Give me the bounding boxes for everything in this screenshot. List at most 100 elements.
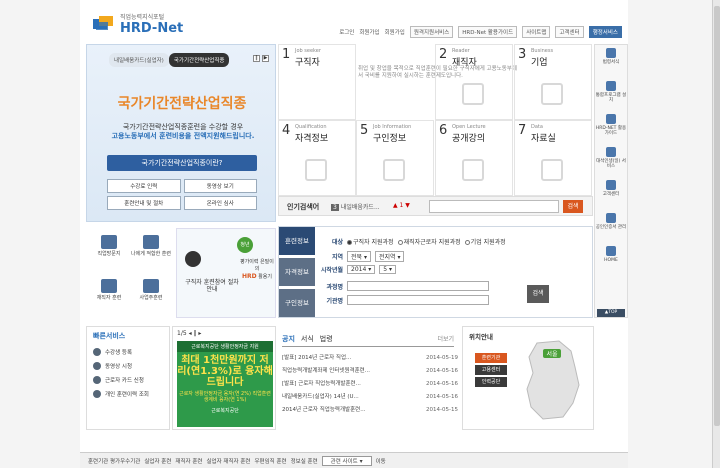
hero-link-fee[interactable]: 수강료 인력 [107, 179, 181, 193]
category-lecture[interactable]: 6 Open Lecture 공개강의 [435, 120, 513, 196]
footer-link[interactable]: 정보실 훈련 [291, 457, 318, 465]
quick-icon-employer[interactable]: 사업주훈련 [130, 274, 172, 316]
radio-label: 구직자 지원과정 [353, 239, 394, 246]
list-item[interactable]: 내일배움카드(실업자) 14년 (U... 2014-05-16 [282, 391, 458, 404]
quick-item-label: 개인 훈련이력 조회 [105, 392, 149, 398]
nav-remote[interactable]: 원격지원서비스 [409, 26, 454, 38]
category-business[interactable]: 3 Business 기업 [514, 44, 592, 120]
footer-link[interactable]: 재직자 훈련 [175, 457, 202, 465]
certificate-icon [305, 159, 327, 181]
nav-login[interactable]: 로그인 [339, 28, 354, 36]
rail-program[interactable]: 통합프로그램 설치 [595, 81, 627, 111]
scrollbar[interactable] [712, 0, 720, 468]
rank-arrows[interactable]: ▲ 1 ▼ [393, 202, 410, 209]
popular-search-term[interactable]: 3 내일배움카드... [331, 202, 380, 211]
list-item[interactable]: 직업능력개발계좌제 인터넷원격훈련... 2014-05-16 [282, 365, 458, 378]
footer-link[interactable]: 우편임직 훈련 [254, 457, 286, 465]
tab-job-info[interactable]: 구인정보 [279, 289, 315, 317]
location-training-org[interactable]: 훈련기관 [475, 353, 507, 363]
category-ko: 자격정보 [295, 134, 329, 144]
nav-guide[interactable]: HRD-Net 활용가이드 [458, 26, 518, 38]
tab-qualification-info[interactable]: 자격정보 [279, 258, 315, 286]
related-site-select[interactable]: 관련 사이트 ▾ [321, 455, 372, 466]
form-search-button[interactable]: 검색 [527, 285, 549, 303]
quick-icon-label: 나에게 적합한 훈련 [131, 251, 171, 257]
list-item[interactable]: [발표] 근로자 직업능력개발훈련... 2014-05-16 [282, 378, 458, 391]
year-select[interactable]: 2014 ▾ [347, 265, 376, 274]
search-button[interactable]: 검색 [563, 200, 583, 213]
nav-support[interactable]: 고객센터 [555, 26, 584, 38]
org-input[interactable] [347, 295, 489, 305]
nav-admin[interactable]: 행정서비스 [588, 26, 622, 38]
category-employee[interactable]: 2 Reader 재직자 [435, 44, 513, 120]
rail-guide[interactable]: HRD-NET 활용가이드 [595, 114, 627, 144]
rail-home[interactable]: HOME [595, 246, 627, 276]
footer-go-button[interactable]: 이동 [376, 457, 386, 465]
tab-training-info[interactable]: 훈련정보 [279, 227, 315, 255]
more-link[interactable]: 더보기 [437, 334, 454, 343]
rail-forms[interactable]: 법령서식 [595, 48, 627, 78]
hrd-story: 평가이력 은밀이의 HRD 활용기 [239, 259, 275, 281]
rail-support[interactable]: 고객센터 [595, 180, 627, 210]
list-item[interactable]: [발표] 2014년 근로자 직업... 2014-05-19 [282, 352, 458, 365]
footer-link[interactable]: 실업자 훈련 [144, 457, 171, 465]
radio-job-seeker[interactable]: 구직자 지원과정 [347, 237, 394, 246]
rail-life[interactable]: 대석인생(일) 서비스 [595, 147, 627, 177]
quick-icons: 직업방문지 나에게 적합한 훈련 재직자 훈련 사업주훈련 구직자 훈련참여 절… [86, 228, 276, 318]
hero-tab-card[interactable]: 내일배움카드(실업자) [109, 53, 169, 67]
category-ko: 구직자 [295, 58, 320, 68]
region-select-1[interactable]: 전북 ▾ [347, 251, 371, 262]
quick-item-card[interactable]: 근로자 카드 신청 [87, 373, 169, 387]
quick-procedure-card[interactable]: 구직자 훈련참여 절차 안내 청년 평가이력 은밀이의 HRD 활용기 [176, 228, 276, 318]
korea-map[interactable]: 서울 [519, 337, 583, 423]
location-hrd-korea[interactable]: 인력공단 [475, 377, 507, 387]
banner-body[interactable]: 근로복지공단 생활안정자금 지원 최대 1천만원까지 저리(연1.3%)로 융자… [177, 341, 273, 427]
logo[interactable]: 직업능력지식포털 HRD-Net [92, 8, 183, 38]
region-value-1: 전북 [351, 254, 363, 261]
nav-sitemap[interactable]: 사이트맵 [522, 26, 551, 38]
quick-icon-match[interactable]: 나에게 적합한 훈련 [130, 230, 172, 272]
category-en: Open Lecture [452, 124, 486, 130]
quick-icon-visit[interactable]: 직업방문지 [88, 230, 130, 272]
tab-notice[interactable]: 공지 [282, 334, 295, 344]
nav-join[interactable]: 회원가입 [359, 28, 379, 36]
category-ko: 공개강의 [452, 134, 486, 144]
radio-business[interactable]: 기업 지원과정 [464, 237, 506, 246]
hero-link-review[interactable]: 온라인 심사 [183, 196, 257, 210]
tab-laws[interactable]: 법령 [320, 334, 333, 344]
quick-item-video[interactable]: 동영상 시청 [87, 359, 169, 373]
rail-cert[interactable]: 공인인증서 관리 [595, 213, 627, 243]
rail-label: 공인인증서 관리 [595, 225, 627, 230]
quick-icon-employee[interactable]: 재직자 훈련 [88, 274, 130, 316]
hero-cta-button[interactable]: 국가기간전략산업직종이란? [107, 155, 257, 171]
region-select-2[interactable]: 전지역 ▾ [374, 251, 405, 262]
location-employment-center[interactable]: 고용센터 [475, 365, 507, 375]
scroll-top-button[interactable]: ▲TOP [597, 309, 625, 317]
category-qualification[interactable]: 4 Qualification 자격정보 [278, 120, 356, 196]
list-item[interactable]: 2014년 근로자 직업능력개발훈련... 2014-05-15 [282, 404, 458, 417]
quick-item-history[interactable]: 개인 훈련이력 조회 [87, 387, 169, 401]
footer-link[interactable]: 실업자 재직자 훈련 [206, 457, 250, 465]
hero-link-guide[interactable]: 훈련안내 및 절차 [107, 196, 181, 210]
month-select[interactable]: 5 ▾ [379, 265, 396, 274]
pause-icon[interactable]: ‖ [253, 55, 260, 62]
category-data[interactable]: 7 Data 자료실 [514, 120, 592, 196]
scrollbar-thumb[interactable] [714, 6, 720, 426]
tab-forms[interactable]: 서식 [301, 334, 314, 344]
phone-icon [606, 147, 616, 157]
seoul-label: 서울 [546, 350, 558, 358]
course-input[interactable] [347, 281, 489, 291]
search-input[interactable] [429, 200, 559, 213]
hero-tab-strategic[interactable]: 국가기간전략산업직종 [168, 53, 230, 67]
hero-link-video[interactable]: 동영상 보기 [183, 179, 257, 193]
quick-item-register[interactable]: 수강생 등록 [87, 345, 169, 359]
type-label: 대상 [331, 239, 343, 246]
footer-bar: 훈련기관 평가우수기관 실업자 훈련 재직자 훈련 실업자 재직자 훈련 우편임… [80, 452, 628, 468]
category-job-seeker[interactable]: 1 Job seeker 구직자 [278, 44, 356, 120]
hero-banner: 내일배움카드(실업자) 국가기간전략산업직종 ‖ ▶ 국가기간전략산업직종 국가… [86, 44, 276, 222]
category-jobs[interactable]: 5 Job Information 구인정보 [356, 120, 434, 196]
notice-date: 2014-05-15 [426, 407, 458, 413]
radio-employee[interactable]: 재직자근로자 지원과정 [397, 237, 461, 246]
nav-join-2[interactable]: 회원가입 [385, 28, 405, 36]
play-icon[interactable]: ▶ [262, 55, 269, 62]
